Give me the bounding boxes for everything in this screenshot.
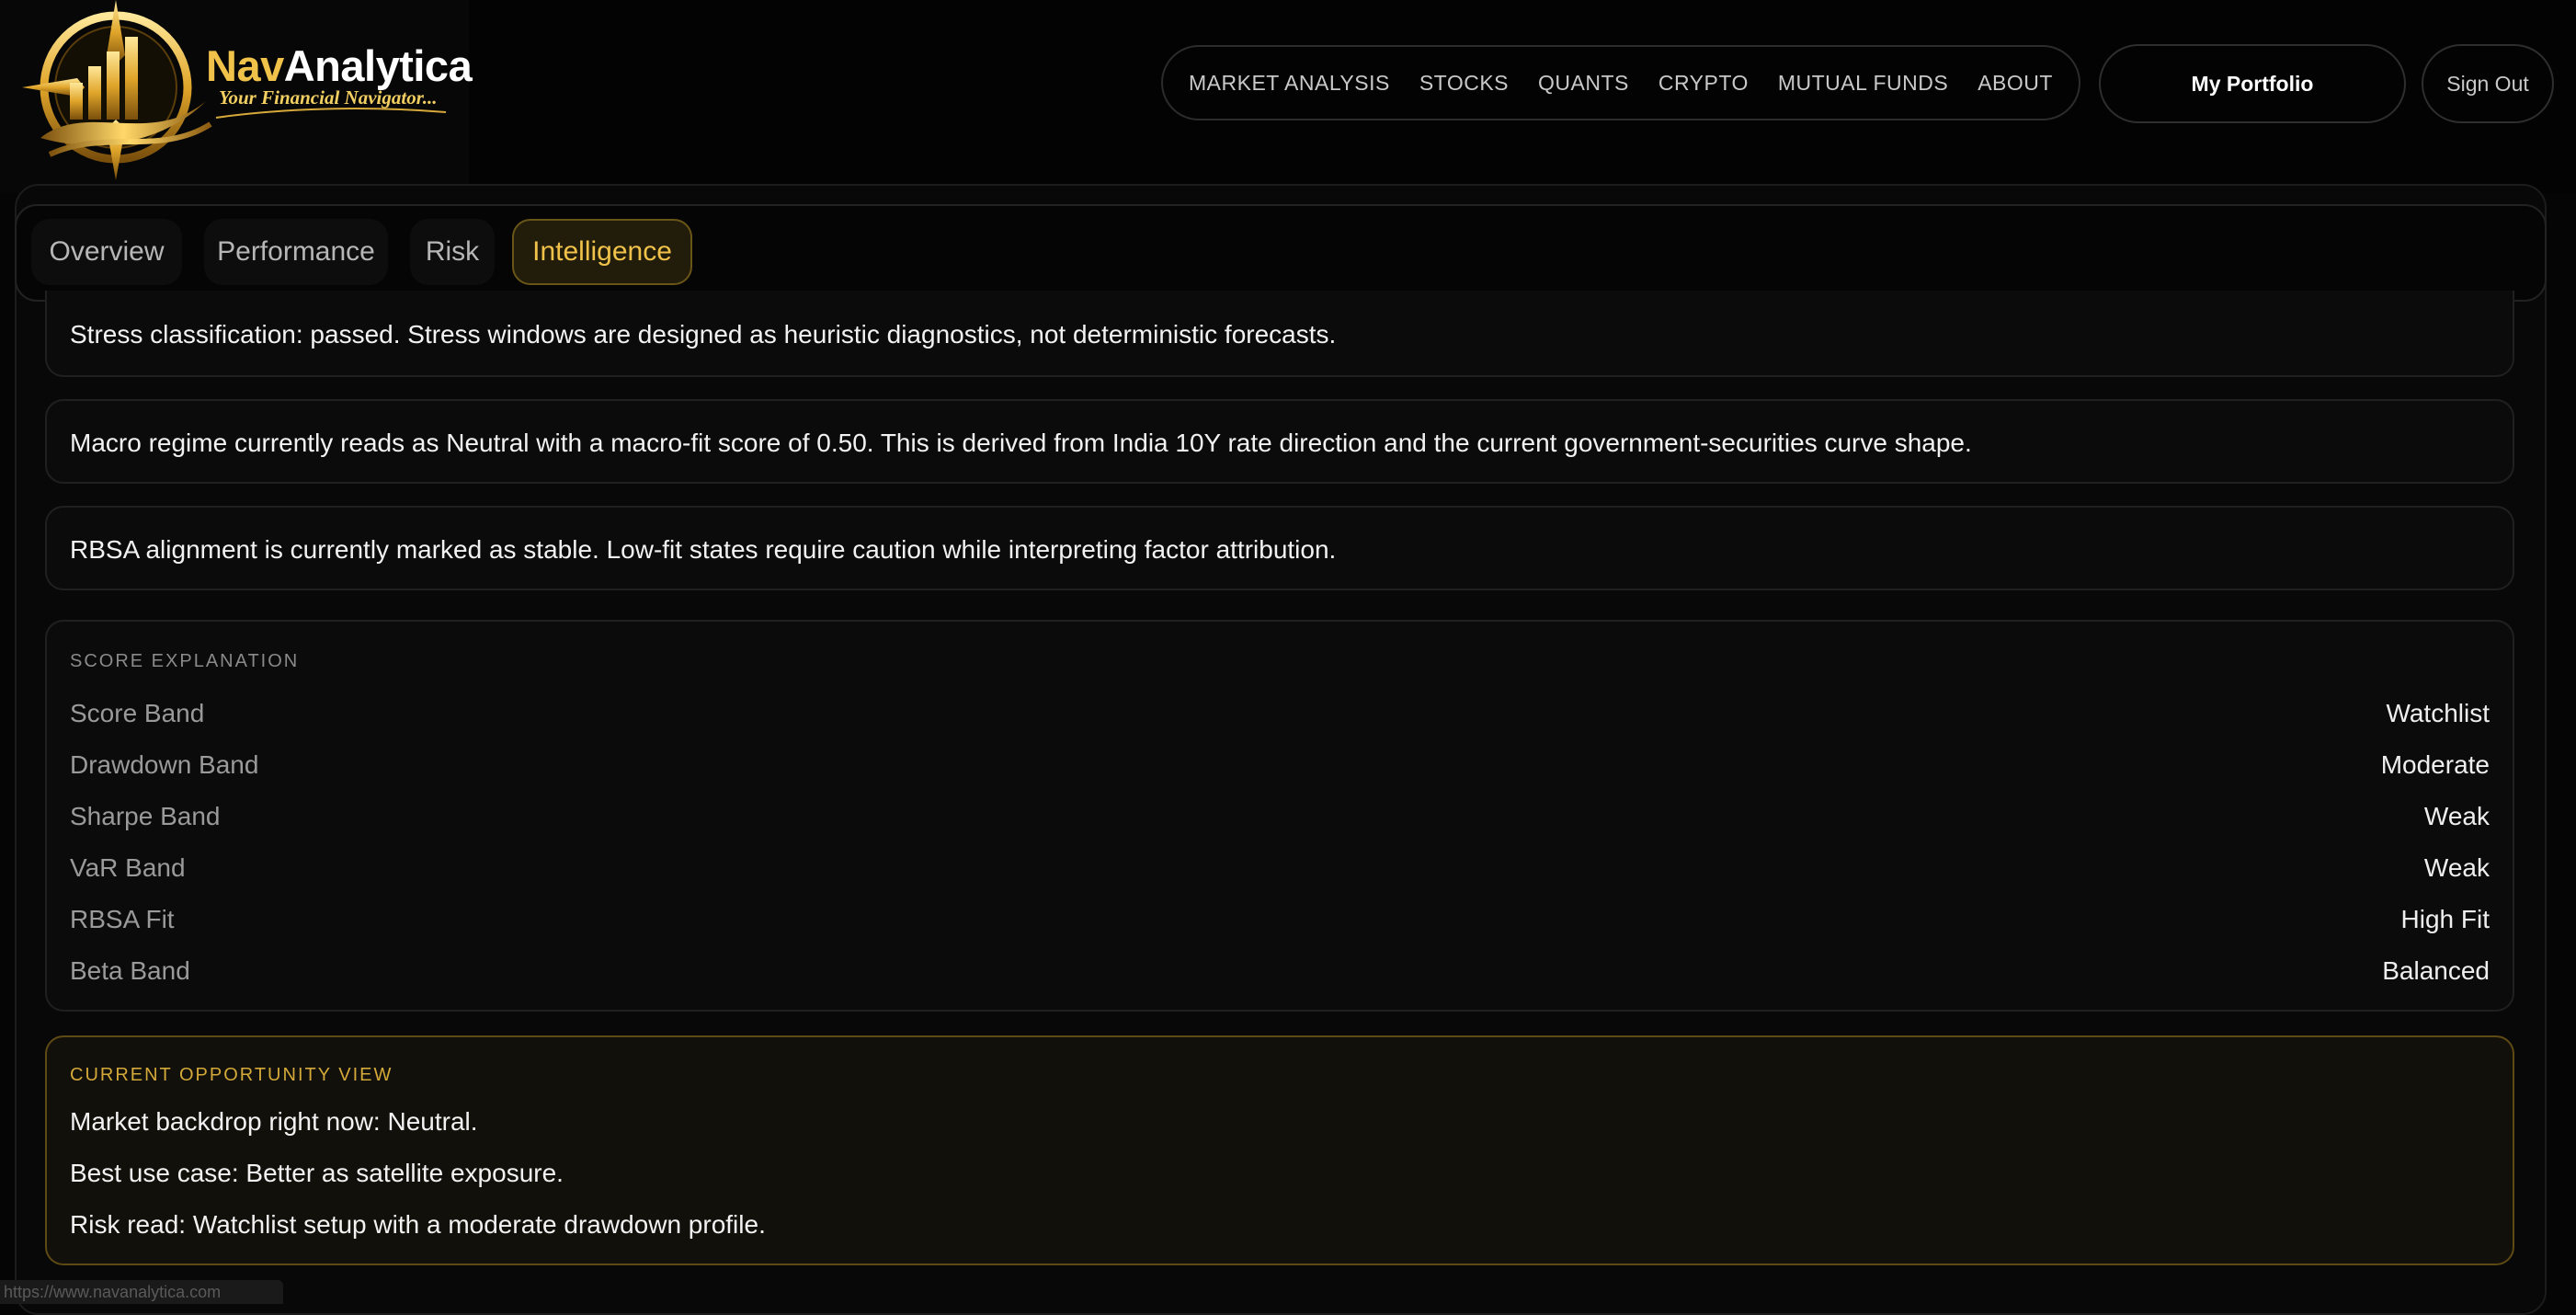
tab-bar [15,204,2547,302]
note-card-rbsa: RBSA alignment is currently marked as st… [45,506,2514,590]
note-card-stress: Stress classification: passed. Stress wi… [45,291,2514,377]
score-explanation-card: SCORE EXPLANATION Score Band Watchlist D… [45,620,2514,1012]
note-text: Macro regime currently reads as Neutral … [70,429,1972,457]
brand-name: NavAnalytica [206,41,473,90]
tab-risk[interactable]: Risk [410,219,495,285]
compass-chart-logo-icon [22,0,212,180]
tab-performance[interactable]: Performance [204,219,388,285]
opportunity-line: Market backdrop right now: Neutral. [70,1107,478,1136]
tab-intelligence[interactable]: Intelligence [512,219,692,285]
main-navigation: MARKET ANALYSIS STOCKS QUANTS CRYPTO MUT… [1161,45,2080,120]
row-value: Moderate [2380,750,2490,779]
nav-link-stocks[interactable]: STOCKS [1419,71,1509,96]
site-header: NavAnalytica Your Financial Navigator...… [0,0,2576,193]
nav-link-market-analysis[interactable]: MARKET ANALYSIS [1189,71,1390,96]
row-label: Beta Band [70,956,190,985]
opportunity-line: Best use case: Better as satellite expos… [70,1159,564,1187]
nav-link-crypto[interactable]: CRYPTO [1658,71,1749,96]
row-value: Watchlist [2386,699,2490,727]
note-text: Stress classification: passed. Stress wi… [70,320,1337,349]
brand-logo[interactable]: NavAnalytica Your Financial Navigator... [0,0,473,193]
row-value: Weak [2423,802,2490,830]
row-label: VaR Band [70,853,186,882]
nav-link-about[interactable]: ABOUT [1978,71,2053,96]
row-value: Balanced [2382,956,2490,985]
sign-out-button[interactable]: Sign Out [2422,44,2554,123]
row-label: Sharpe Band [70,802,221,830]
status-bar-url: https://www.navanalytica.com [0,1280,283,1304]
my-portfolio-button[interactable]: My Portfolio [2099,44,2406,123]
row-value: Weak [2423,853,2490,882]
swoosh-icon [215,108,447,119]
opportunity-view-card: CURRENT OPPORTUNITY VIEW Market backdrop… [45,1035,2514,1265]
row-label: Drawdown Band [70,750,259,779]
note-card-macro: Macro regime currently reads as Neutral … [45,399,2514,484]
nav-link-quants[interactable]: QUANTS [1538,71,1629,96]
tab-overview[interactable]: Overview [31,219,182,285]
nav-link-mutual-funds[interactable]: MUTUAL FUNDS [1778,71,1948,96]
row-label: RBSA Fit [70,905,175,933]
opportunity-line: Risk read: Watchlist setup with a modera… [70,1210,766,1239]
row-label: Score Band [70,699,205,727]
row-value: High Fit [2400,905,2490,933]
note-text: RBSA alignment is currently marked as st… [70,535,1337,564]
section-title: CURRENT OPPORTUNITY VIEW [70,1065,393,1085]
section-title: SCORE EXPLANATION [70,651,300,671]
